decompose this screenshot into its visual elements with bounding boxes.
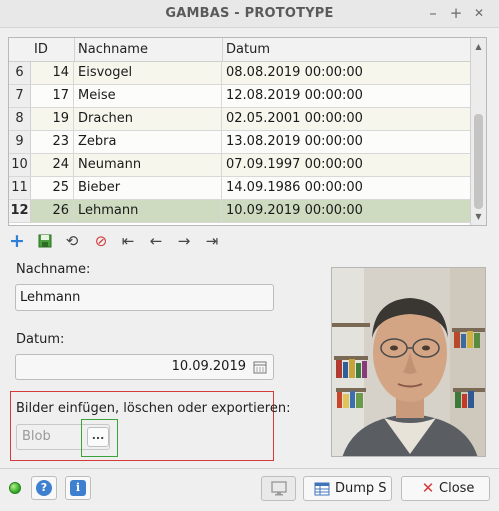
row-number: 10 — [9, 154, 31, 176]
close-button-label: Close — [439, 481, 475, 496]
table-row[interactable]: 10 24 Neumann 07.09.1997 00:00:00 — [9, 154, 471, 177]
dump-button[interactable]: Dump S — [303, 476, 392, 501]
scroll-thumb[interactable] — [474, 114, 483, 209]
dump-button-label: Dump S — [335, 481, 387, 496]
footer-separator — [0, 468, 499, 469]
cell-nachname: Zebra — [74, 131, 222, 153]
cell-nachname: Lehmann — [74, 200, 222, 222]
refresh-icon[interactable]: ⟲ — [61, 230, 83, 252]
column-header-date[interactable]: Datum — [226, 42, 270, 57]
datum-label: Datum: — [16, 332, 65, 347]
close-button[interactable]: ✕ Close — [401, 476, 490, 501]
scroll-up-icon[interactable]: ▲ — [471, 40, 486, 54]
cell-datum: 08.08.2019 00:00:00 — [226, 65, 363, 80]
monitor-icon — [271, 481, 287, 496]
row-number: 9 — [9, 131, 31, 153]
cell-datum: 14.09.1986 00:00:00 — [226, 180, 363, 195]
blob-label: Bilder einfügen, löschen oder exportiere… — [16, 401, 291, 416]
row-number: 6 — [9, 62, 31, 84]
column-header-id[interactable]: ID — [34, 42, 48, 57]
blob-button-highlight — [81, 419, 118, 457]
cell-id: 26 — [31, 200, 74, 222]
row-number: 8 — [9, 108, 31, 130]
cell-nachname: Bieber — [74, 177, 222, 199]
add-icon[interactable]: + — [6, 230, 28, 252]
table-row[interactable]: 6 14 Eisvogel 08.08.2019 00:00:00 — [9, 62, 471, 85]
data-grid[interactable]: ID Nachname Datum 6 14 Eisvogel 08.08.2019 … — [8, 37, 487, 226]
column-header-name[interactable]: Nachname — [78, 42, 148, 57]
cell-datum: 02.05.2001 00:00:00 — [226, 111, 363, 126]
cell-id: 19 — [31, 108, 74, 130]
datum-value: 10.09.2019 — [171, 359, 246, 374]
cell-nachname: Neumann — [74, 154, 222, 176]
monitor-button[interactable] — [261, 476, 296, 501]
first-icon[interactable]: ⇤ — [117, 230, 139, 252]
table-row[interactable]: 11 25 Bieber 14.09.1986 00:00:00 — [9, 177, 471, 200]
table-icon — [314, 482, 330, 496]
grid-header: ID Nachname Datum — [9, 38, 471, 62]
minimize-button[interactable]: – — [424, 4, 442, 22]
next-icon[interactable]: → — [173, 230, 195, 252]
cell-datum: 07.09.1997 00:00:00 — [226, 157, 363, 172]
status-led-icon — [9, 482, 21, 494]
cancel-icon[interactable]: ⊘ — [90, 230, 112, 252]
cell-id: 14 — [31, 62, 74, 84]
person-photo — [331, 267, 486, 457]
datum-field[interactable]: 10.09.2019 — [15, 354, 274, 380]
cell-datum: 10.09.2019 00:00:00 — [226, 203, 363, 218]
nachname-label: Nachname: — [16, 262, 91, 277]
calendar-icon[interactable] — [253, 360, 267, 374]
cell-id: 17 — [31, 85, 74, 107]
info-button[interactable]: i — [65, 476, 91, 500]
cell-nachname: Eisvogel — [74, 62, 222, 84]
row-number: 12 — [9, 200, 31, 222]
cell-nachname: Meise — [74, 85, 222, 107]
nachname-field[interactable]: Lehmann — [15, 284, 274, 311]
table-row[interactable]: 7 17 Meise 12.08.2019 00:00:00 — [9, 85, 471, 108]
cell-id: 25 — [31, 177, 74, 199]
vertical-scrollbar[interactable]: ▲ ▼ — [470, 38, 486, 225]
cell-id: 24 — [31, 154, 74, 176]
cell-nachname: Drachen — [74, 108, 222, 130]
cell-id: 23 — [31, 131, 74, 153]
row-number: 7 — [9, 85, 31, 107]
cell-datum: 13.08.2019 00:00:00 — [226, 134, 363, 149]
help-button[interactable]: ? — [31, 476, 57, 500]
last-icon[interactable]: ⇥ — [201, 230, 223, 252]
scroll-down-icon[interactable]: ▼ — [471, 210, 486, 224]
maximize-button[interactable]: + — [447, 4, 465, 22]
close-icon: ✕ — [421, 479, 435, 497]
cell-datum: 12.08.2019 00:00:00 — [226, 88, 363, 103]
table-row[interactable]: 8 19 Drachen 02.05.2001 00:00:00 — [9, 108, 471, 131]
help-icon: ? — [36, 480, 52, 496]
previous-icon[interactable]: ← — [145, 230, 167, 252]
title-bar: GAMBAS - PROTOTYPE – + ✕ — [0, 0, 499, 28]
table-row[interactable]: 9 23 Zebra 13.08.2019 00:00:00 — [9, 131, 471, 154]
close-window-button[interactable]: ✕ — [470, 4, 488, 22]
save-icon[interactable] — [34, 230, 56, 252]
info-icon: i — [70, 480, 86, 496]
table-row-selected[interactable]: 12 26 Lehmann 10.09.2019 00:00:00 — [9, 200, 471, 223]
row-number: 11 — [9, 177, 31, 199]
